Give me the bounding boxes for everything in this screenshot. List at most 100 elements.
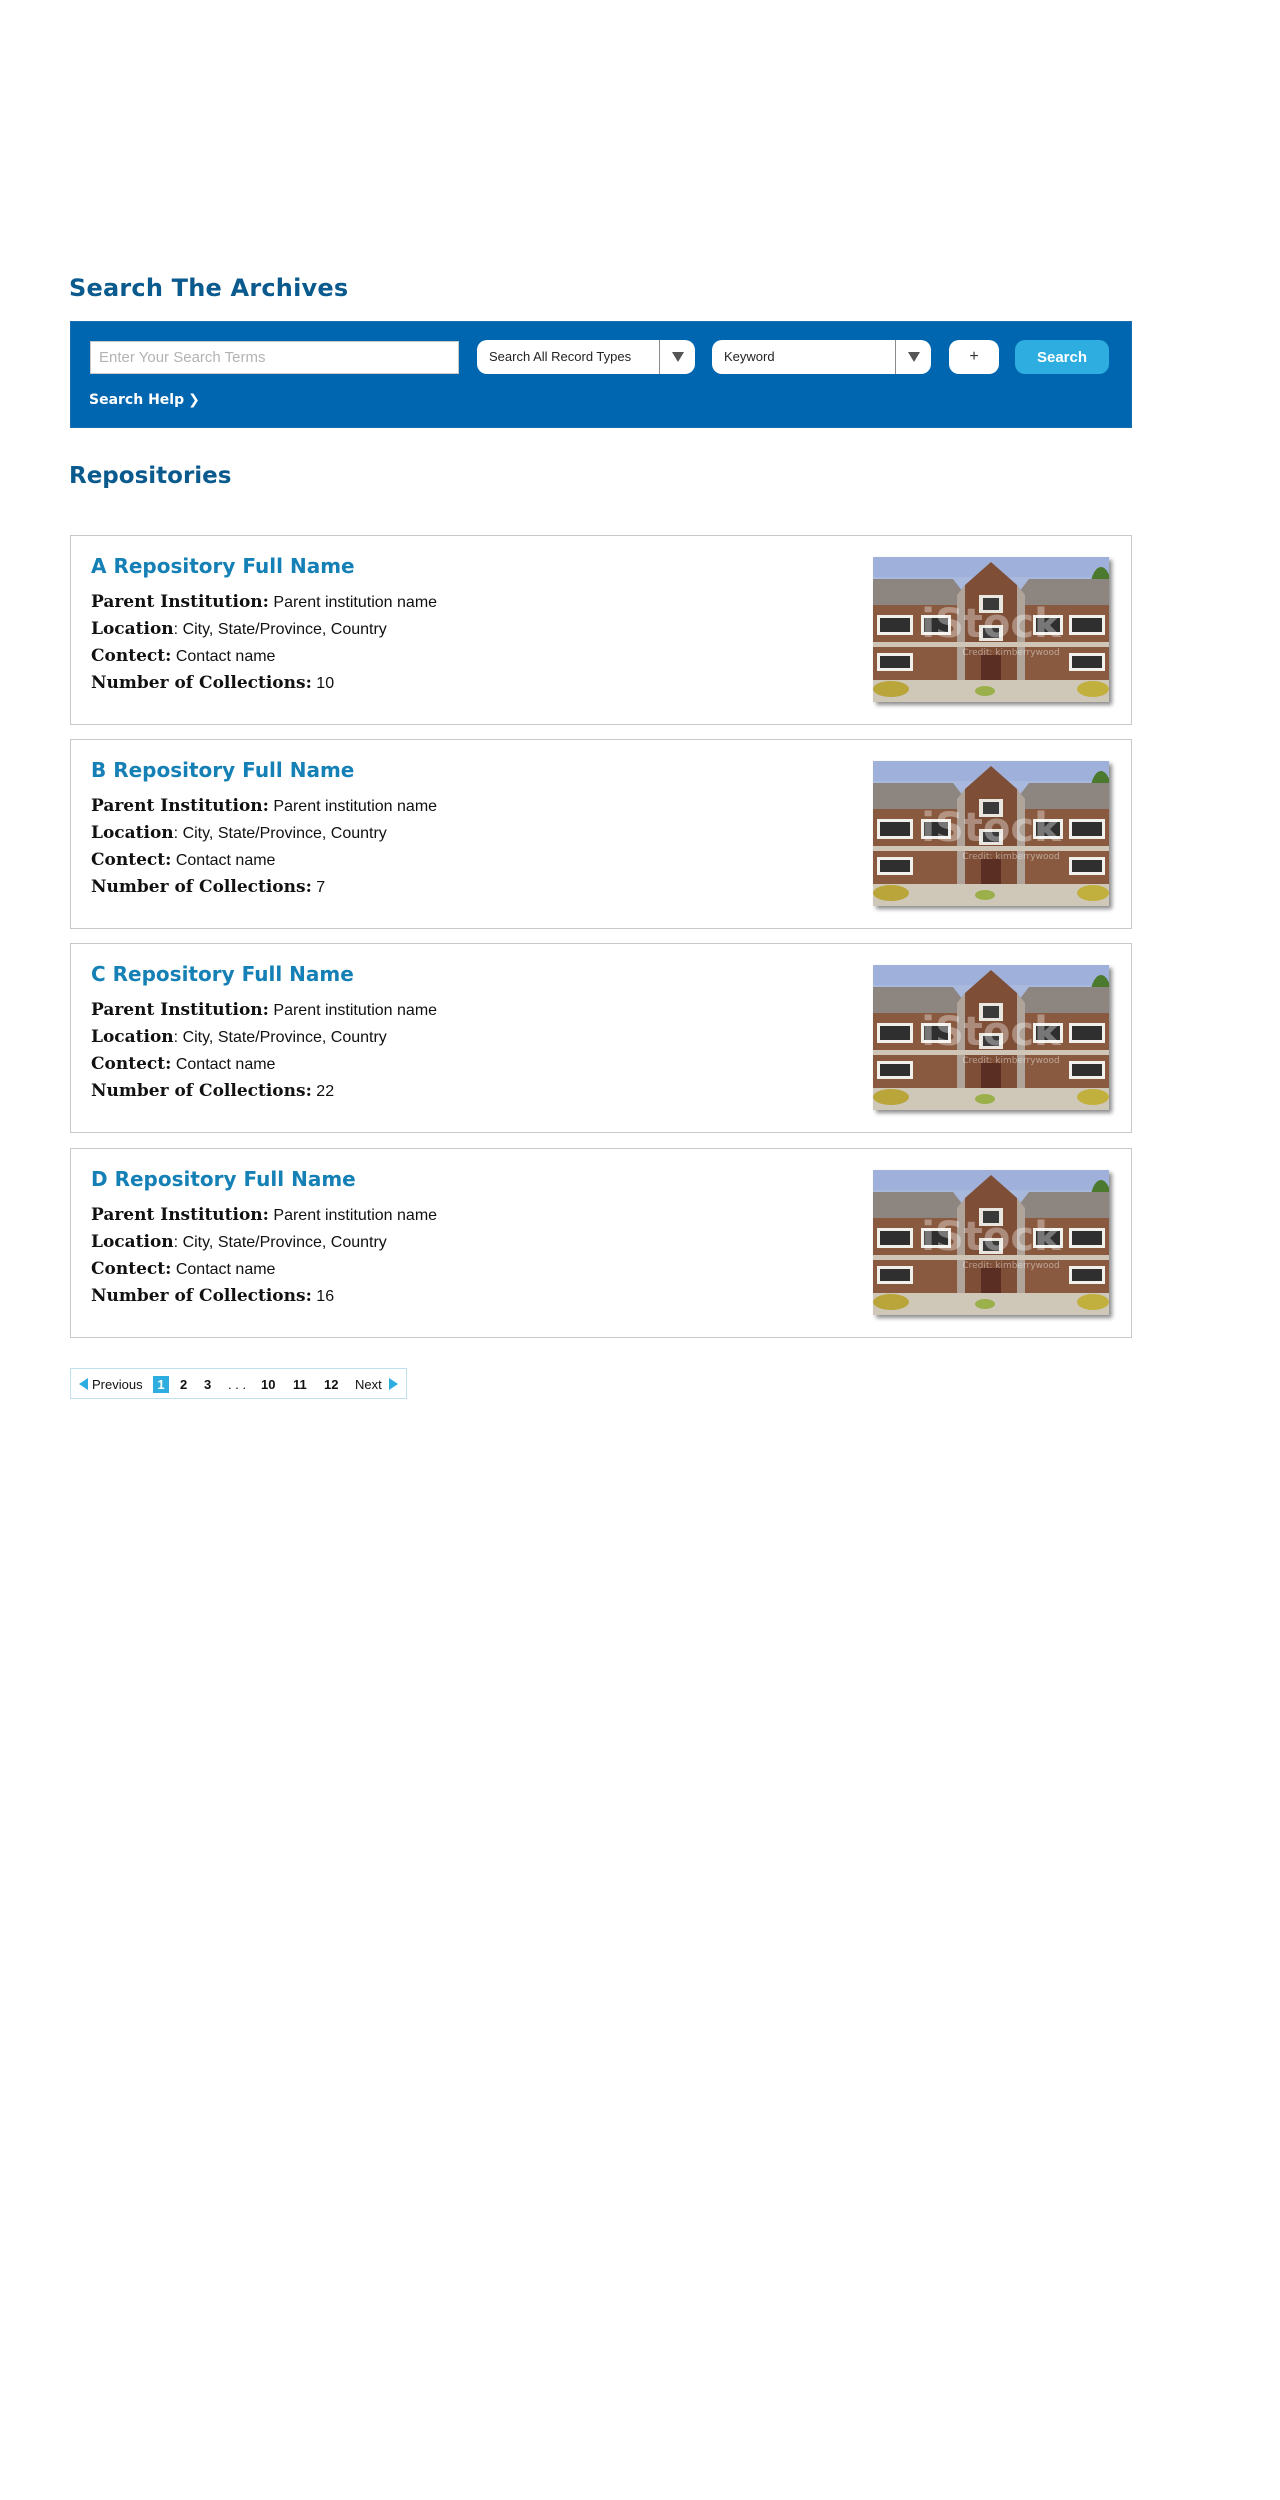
page-link[interactable]: 10 bbox=[261, 1376, 275, 1393]
page-ellipsis: . . . bbox=[228, 1377, 247, 1392]
watermark-credit: Credit: kimberrywood bbox=[962, 1261, 1059, 1271]
search-field-value: Keyword bbox=[724, 349, 775, 364]
location: Location: City, State/Province, Country bbox=[91, 1232, 387, 1252]
repository-name-link[interactable]: A Repository Full Name bbox=[91, 554, 355, 578]
collections-count: Number of Collections: 16 bbox=[91, 1286, 334, 1306]
repository-card: D Repository Full Name Parent Institutio… bbox=[70, 1148, 1132, 1338]
collections-value: 10 bbox=[316, 675, 335, 692]
dropdown-arrow-icon bbox=[671, 352, 684, 362]
record-type-dropdown[interactable] bbox=[659, 340, 695, 374]
repository-card: A Repository Full Name Parent Institutio… bbox=[70, 535, 1132, 725]
repository-photo[interactable]: iStock Credit: kimberrywood bbox=[873, 965, 1109, 1110]
watermark-credit: Credit: kimberrywood bbox=[962, 648, 1059, 658]
search-help-label: Search Help bbox=[89, 392, 185, 408]
location-label: Location bbox=[91, 619, 174, 639]
search-field-dropdown[interactable] bbox=[895, 340, 931, 374]
collections-value: 7 bbox=[316, 879, 326, 896]
watermark: iStock bbox=[921, 1009, 1062, 1055]
previous-link[interactable]: Previous bbox=[92, 1376, 143, 1393]
page-link[interactable]: 2 bbox=[180, 1376, 187, 1393]
building-image: iStock Credit: kimberrywood bbox=[873, 965, 1109, 1110]
collections-value: 16 bbox=[316, 1288, 335, 1305]
watermark: iStock bbox=[921, 805, 1062, 851]
parent-institution: Parent Institution: Parent institution n… bbox=[91, 1205, 437, 1225]
section-title: Repositories bbox=[69, 463, 232, 489]
parent-institution-label: Parent Institution: bbox=[91, 796, 269, 816]
dropdown-arrow-icon bbox=[907, 352, 920, 362]
page-title: Search The Archives bbox=[69, 274, 349, 302]
contact-value: Contact name bbox=[175, 648, 276, 665]
parent-institution-label: Parent Institution: bbox=[91, 1205, 269, 1225]
collections-label: Number of Collections: bbox=[91, 1286, 312, 1306]
watermark-credit: Credit: kimberrywood bbox=[962, 852, 1059, 862]
page-link[interactable]: 3 bbox=[204, 1376, 211, 1393]
collections-count: Number of Collections: 7 bbox=[91, 877, 325, 897]
repository-name-link[interactable]: B Repository Full Name bbox=[91, 758, 354, 782]
contact-label: Contect: bbox=[91, 1259, 172, 1279]
search-input[interactable] bbox=[90, 341, 459, 374]
contact-value: Contact name bbox=[175, 852, 276, 869]
location-value: : City, State/Province, Country bbox=[173, 1234, 387, 1251]
prev-arrow-icon[interactable] bbox=[79, 1378, 88, 1390]
contact-label: Contect: bbox=[91, 1054, 172, 1074]
collections-count: Number of Collections: 10 bbox=[91, 673, 334, 693]
contact-value: Contact name bbox=[175, 1056, 276, 1073]
parent-institution-value: Parent institution name bbox=[273, 1207, 438, 1224]
location-value: : City, State/Province, Country bbox=[173, 825, 387, 842]
contact: Contect: Contact name bbox=[91, 646, 275, 666]
location-value: : City, State/Province, Country bbox=[173, 1029, 387, 1046]
search-field-select[interactable]: Keyword bbox=[712, 340, 931, 374]
repository-name-link[interactable]: D Repository Full Name bbox=[91, 1167, 356, 1191]
building-image: iStock Credit: kimberrywood bbox=[873, 557, 1109, 702]
location: Location: City, State/Province, Country bbox=[91, 823, 387, 843]
repository-card: B Repository Full Name Parent Institutio… bbox=[70, 739, 1132, 929]
search-help-link[interactable]: Search Help ❯ bbox=[89, 392, 200, 408]
parent-institution: Parent Institution: Parent institution n… bbox=[91, 1000, 437, 1020]
chevron-right-icon: ❯ bbox=[188, 392, 200, 408]
watermark: iStock bbox=[921, 1214, 1062, 1260]
search-button[interactable]: Search bbox=[1015, 340, 1109, 374]
page-link-current[interactable]: 1 bbox=[153, 1376, 169, 1393]
location: Location: City, State/Province, Country bbox=[91, 619, 387, 639]
record-type-select[interactable]: Search All Record Types bbox=[477, 340, 695, 374]
search-panel: Search All Record Types Keyword + Search… bbox=[70, 321, 1132, 428]
repository-card: C Repository Full Name Parent Institutio… bbox=[70, 943, 1132, 1133]
collections-label: Number of Collections: bbox=[91, 673, 312, 693]
contact-value: Contact name bbox=[175, 1261, 276, 1278]
parent-institution: Parent Institution: Parent institution n… bbox=[91, 592, 437, 612]
contact: Contect: Contact name bbox=[91, 1054, 275, 1074]
repository-photo[interactable]: iStock Credit: kimberrywood bbox=[873, 1170, 1109, 1315]
parent-institution: Parent Institution: Parent institution n… bbox=[91, 796, 437, 816]
pagination: Previous 1 2 3 . . . 10 11 12 Next bbox=[70, 1368, 407, 1399]
repository-name-link[interactable]: C Repository Full Name bbox=[91, 962, 354, 986]
add-criteria-button[interactable]: + bbox=[949, 340, 999, 374]
collections-value: 22 bbox=[316, 1083, 335, 1100]
location-label: Location bbox=[91, 1027, 174, 1047]
watermark: iStock bbox=[921, 601, 1062, 647]
location-label: Location bbox=[91, 823, 174, 843]
contact-label: Contect: bbox=[91, 850, 172, 870]
contact-label: Contect: bbox=[91, 646, 172, 666]
parent-institution-value: Parent institution name bbox=[273, 594, 438, 611]
parent-institution-label: Parent Institution: bbox=[91, 592, 269, 612]
collections-label: Number of Collections: bbox=[91, 877, 312, 897]
page-link[interactable]: 11 bbox=[293, 1376, 307, 1393]
collections-count: Number of Collections: 22 bbox=[91, 1081, 334, 1101]
parent-institution-value: Parent institution name bbox=[273, 1002, 438, 1019]
contact: Contect: Contact name bbox=[91, 1259, 275, 1279]
repository-photo[interactable]: iStock Credit: kimberrywood bbox=[873, 761, 1109, 906]
next-arrow-icon[interactable] bbox=[389, 1378, 398, 1390]
location-value: : City, State/Province, Country bbox=[173, 621, 387, 638]
parent-institution-value: Parent institution name bbox=[273, 798, 438, 815]
building-image: iStock Credit: kimberrywood bbox=[873, 1170, 1109, 1315]
page-link[interactable]: 12 bbox=[324, 1376, 338, 1393]
contact: Contect: Contact name bbox=[91, 850, 275, 870]
repository-photo[interactable]: iStock Credit: kimberrywood bbox=[873, 557, 1109, 702]
watermark-credit: Credit: kimberrywood bbox=[962, 1056, 1059, 1066]
location-label: Location bbox=[91, 1232, 174, 1252]
collections-label: Number of Collections: bbox=[91, 1081, 312, 1101]
building-image: iStock Credit: kimberrywood bbox=[873, 761, 1109, 906]
next-link[interactable]: Next bbox=[355, 1376, 382, 1393]
location: Location: City, State/Province, Country bbox=[91, 1027, 387, 1047]
parent-institution-label: Parent Institution: bbox=[91, 1000, 269, 1020]
